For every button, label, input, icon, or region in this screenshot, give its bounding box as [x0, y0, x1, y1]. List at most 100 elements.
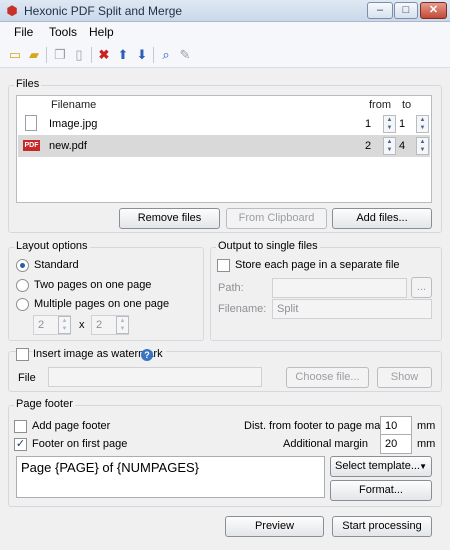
- rows-spinner[interactable]: ▲ ▼: [116, 316, 129, 334]
- select-template-label: Select template...: [335, 460, 420, 472]
- checkmark-icon: ✓: [15, 438, 26, 450]
- spin-up-icon[interactable]: ▲: [420, 139, 426, 145]
- pdf-file-icon: PDF: [23, 140, 40, 151]
- hexagon-icon: ⬢: [6, 3, 18, 18]
- open-folder-icon[interactable]: ▰: [25, 46, 43, 64]
- spin-up-icon[interactable]: ▲: [420, 117, 426, 123]
- file-row[interactable]: Image.jpg 1 ▲ ▼ 1 ▲ ▼: [18, 113, 430, 135]
- file-from-value[interactable]: 2: [365, 140, 371, 152]
- radio-two-pages[interactable]: [16, 279, 29, 292]
- browse-path-button[interactable]: ...: [411, 277, 432, 298]
- watermark-file-field[interactable]: [48, 367, 262, 387]
- additional-margin-input[interactable]: 20: [380, 434, 412, 454]
- format-button[interactable]: Format...: [330, 480, 432, 501]
- filename-field[interactable]: Split: [272, 299, 432, 319]
- from-spinner[interactable]: ▲ ▼: [383, 137, 396, 155]
- move-up-icon[interactable]: ⬆: [114, 46, 132, 64]
- file-from-value[interactable]: 1: [365, 118, 371, 130]
- column-header-filename[interactable]: Filename: [51, 99, 96, 111]
- show-watermark-button[interactable]: Show: [377, 367, 432, 388]
- radio-standard-label[interactable]: Standard: [34, 259, 79, 271]
- spin-up-icon[interactable]: ▲: [120, 318, 126, 324]
- start-processing-button[interactable]: Start processing: [332, 516, 432, 537]
- spin-up-icon[interactable]: ▲: [62, 318, 68, 324]
- toolbar-separator: [91, 47, 92, 63]
- file-to-value[interactable]: 4: [399, 140, 405, 152]
- maximize-button[interactable]: □: [394, 2, 418, 19]
- spin-down-icon[interactable]: ▼: [120, 326, 126, 332]
- radio-standard[interactable]: [16, 259, 29, 272]
- file-name: new.pdf: [49, 140, 87, 152]
- menu-tools[interactable]: Tools: [49, 25, 77, 39]
- footer-first-page-label[interactable]: Footer on first page: [32, 438, 127, 450]
- column-header-to[interactable]: to: [402, 99, 411, 111]
- file-name: Image.jpg: [49, 118, 98, 130]
- help-icon[interactable]: ?: [141, 349, 153, 361]
- search-icon[interactable]: ⌕: [157, 46, 175, 64]
- blank-file-icon: [25, 115, 37, 131]
- spin-down-icon[interactable]: ▼: [387, 125, 393, 131]
- close-button[interactable]: ✕: [420, 2, 447, 19]
- footer-first-page-checkbox[interactable]: ✓: [14, 438, 27, 451]
- radio-multiple-pages-label[interactable]: Multiple pages on one page: [34, 298, 169, 310]
- page-footer-label: Page footer: [14, 398, 75, 410]
- radio-multiple-pages[interactable]: [16, 298, 29, 311]
- path-field[interactable]: [272, 278, 407, 298]
- dist-footer-label: Dist. from footer to page margin: [244, 420, 399, 432]
- menu-bar: File Tools Help: [0, 22, 450, 42]
- files-group-label: Files: [14, 78, 42, 90]
- select-template-dropdown[interactable]: Select template... ▼: [330, 456, 432, 477]
- chevron-down-icon: ▼: [419, 462, 427, 471]
- window-title: Hexonic PDF Split and Merge: [24, 4, 183, 18]
- spin-down-icon[interactable]: ▼: [420, 125, 426, 131]
- additional-margin-unit: mm: [417, 438, 436, 450]
- copy-icon[interactable]: ❐: [51, 46, 69, 64]
- edit-icon[interactable]: ✎: [176, 46, 194, 64]
- title-bar: ⬢ Hexonic PDF Split and Merge – □ ✕: [0, 0, 450, 22]
- file-list[interactable]: Filename from to Image.jpg 1 ▲ ▼ 1 ▲ ▼ PDF…: [16, 95, 432, 203]
- choose-file-button[interactable]: Choose file...: [286, 367, 369, 388]
- layout-options-label: Layout options: [14, 240, 90, 252]
- remove-files-button[interactable]: Remove files: [119, 208, 220, 229]
- path-label: Path:: [218, 282, 244, 294]
- watermark-file-label: File: [18, 372, 36, 384]
- times-label: x: [79, 319, 85, 331]
- from-clipboard-button[interactable]: From Clipboard: [226, 208, 327, 229]
- store-separate-label[interactable]: Store each page in a separate file: [235, 259, 400, 271]
- add-footer-checkbox[interactable]: [14, 420, 27, 433]
- radio-two-pages-label[interactable]: Two pages on one page: [34, 279, 151, 291]
- delete-icon[interactable]: ✖: [95, 46, 113, 64]
- toolbar-separator: [153, 47, 154, 63]
- new-icon[interactable]: ▭: [6, 46, 24, 64]
- add-files-button[interactable]: Add files...: [332, 208, 432, 229]
- toolbar-separator: [46, 47, 47, 63]
- spin-up-icon[interactable]: ▲: [387, 117, 393, 123]
- menu-help[interactable]: Help: [89, 25, 114, 39]
- dist-footer-input[interactable]: 10: [380, 416, 412, 436]
- to-spinner[interactable]: ▲ ▼: [416, 115, 429, 133]
- spin-up-icon[interactable]: ▲: [387, 139, 393, 145]
- preview-button[interactable]: Preview: [225, 516, 324, 537]
- minimize-button[interactable]: –: [367, 2, 393, 19]
- paste-icon[interactable]: ▯: [70, 46, 88, 64]
- footer-text-input[interactable]: Page {PAGE} of {NUMPAGES}: [16, 456, 325, 498]
- spin-down-icon[interactable]: ▼: [420, 147, 426, 153]
- menu-file[interactable]: File: [14, 25, 33, 39]
- output-group-label: Output to single files: [216, 240, 320, 252]
- move-down-icon[interactable]: ⬇: [133, 46, 151, 64]
- store-separate-checkbox[interactable]: [217, 259, 230, 272]
- toolbar: ▭ ▰ ❐ ▯ ✖ ⬆ ⬇ ⌕ ✎: [0, 42, 450, 68]
- additional-margin-label: Additional margin: [283, 438, 368, 450]
- file-to-value[interactable]: 1: [399, 118, 405, 130]
- spin-down-icon[interactable]: ▼: [62, 326, 68, 332]
- to-spinner[interactable]: ▲ ▼: [416, 137, 429, 155]
- from-spinner[interactable]: ▲ ▼: [383, 115, 396, 133]
- watermark-checkbox[interactable]: [16, 348, 29, 361]
- file-row[interactable]: PDF new.pdf 2 ▲ ▼ 4 ▲ ▼: [18, 135, 430, 157]
- spin-down-icon[interactable]: ▼: [387, 147, 393, 153]
- add-footer-label[interactable]: Add page footer: [32, 420, 110, 432]
- filename-label: Filename:: [218, 303, 267, 315]
- column-header-from[interactable]: from: [369, 99, 391, 111]
- cols-spinner[interactable]: ▲ ▼: [58, 316, 71, 334]
- dist-footer-unit: mm: [417, 420, 436, 432]
